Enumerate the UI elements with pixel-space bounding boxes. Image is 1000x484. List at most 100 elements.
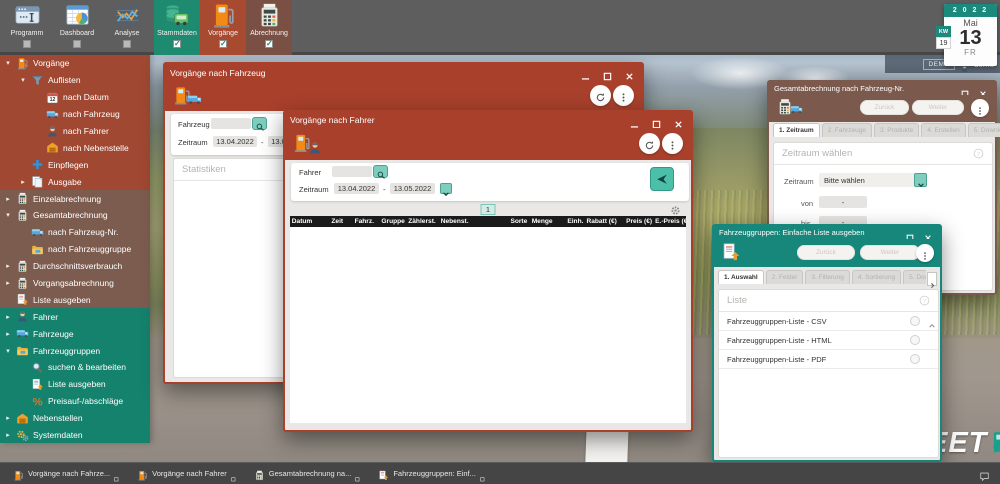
titlebar[interactable]: Fahrzeuggruppen: Einfache Liste ausgeben [714, 226, 940, 239]
sidebar-item[interactable]: ▸ Fahrzeuge [0, 325, 150, 342]
expand-arrow[interactable]: ▸ [4, 330, 12, 338]
close-button[interactable] [924, 229, 932, 237]
maximize-button[interactable] [603, 68, 612, 77]
toolbar-app[interactable]: Programm [4, 0, 50, 55]
column-header[interactable]: Fahrz. [346, 218, 377, 225]
list-option[interactable]: Fahrzeuggruppen-Liste - HTML [719, 331, 938, 350]
radio-button[interactable] [910, 335, 920, 345]
wizard-tab[interactable]: 2. Felder [766, 270, 804, 284]
wizard-tab[interactable]: 1. Zeitraum [773, 123, 820, 137]
run-query-button[interactable] [650, 167, 674, 191]
close-button[interactable] [979, 85, 987, 93]
maximize-button[interactable] [906, 229, 914, 237]
column-header[interactable]: Rabatt (€) [586, 218, 617, 225]
expand-arrow[interactable]: ▾ [4, 347, 12, 355]
sidebar-item[interactable]: nach Nebenstelle [0, 139, 150, 156]
expand-arrow[interactable]: ▾ [4, 59, 12, 67]
radio-button[interactable] [910, 316, 920, 326]
wizard-tab[interactable]: 4. Erstellen [921, 123, 966, 137]
maximize-button[interactable] [961, 85, 969, 93]
toolbar-app-checkbox[interactable] [173, 40, 181, 48]
column-header[interactable]: Sorte [499, 218, 530, 225]
sidebar-item[interactable]: ▸ Systemdaten [0, 427, 150, 444]
refresh-button[interactable] [590, 85, 611, 106]
toolbar-app-checkbox[interactable] [23, 40, 31, 48]
toolbar-app-checkbox[interactable] [219, 40, 227, 48]
period-select[interactable]: Bitte wählen [819, 173, 927, 187]
minimize-button[interactable] [581, 68, 590, 77]
list-option[interactable]: Fahrzeuggruppen-Liste - CSV [719, 312, 938, 331]
toolbar-app[interactable]: Analyse [104, 0, 150, 55]
notification-icon[interactable] [979, 469, 990, 480]
sidebar-item[interactable]: nach Fahrzeug [0, 106, 150, 123]
expand-arrow[interactable]: ▾ [19, 76, 27, 84]
expand-arrow[interactable]: ▸ [4, 195, 12, 203]
menu-button[interactable] [662, 133, 683, 154]
sidebar-item[interactable]: nach Fahrzeuggruppe [0, 241, 150, 258]
titlebar[interactable]: Vorgänge nach Fahrzeug [165, 64, 642, 81]
expand-arrow[interactable]: ▸ [4, 414, 12, 422]
vehicle-input[interactable] [211, 118, 251, 129]
vehicle-search-button[interactable] [252, 117, 267, 130]
close-button[interactable] [625, 68, 634, 77]
from-input[interactable]: - [819, 196, 867, 208]
list-option[interactable]: Fahrzeuggruppen-Liste - PDF [719, 350, 938, 369]
expand-arrow[interactable]: ▾ [4, 211, 12, 219]
sidebar-item[interactable]: ▸ Durchschnittsverbrauch [0, 258, 150, 275]
wizard-tab[interactable]: 5. Download [903, 270, 926, 284]
sidebar-item[interactable]: suchen & bearbeiten [0, 359, 150, 376]
sidebar-item[interactable]: ▸ Nebenstellen [0, 410, 150, 427]
column-header[interactable]: Menge [530, 218, 555, 225]
date-from-input[interactable]: 13.04.2022 [334, 183, 379, 194]
column-header[interactable]: Gruppe [377, 218, 408, 225]
minimize-button[interactable] [630, 116, 639, 125]
minimize-button[interactable] [888, 229, 896, 237]
wizard-tab[interactable]: 1. Auswahl [718, 270, 764, 284]
expand-arrow[interactable]: ▸ [4, 313, 12, 321]
column-header[interactable]: Nebenst. [439, 218, 500, 225]
page-number[interactable]: 1 [481, 204, 496, 215]
minimize-button[interactable] [943, 85, 951, 93]
column-header[interactable]: Datum [290, 218, 315, 225]
close-button[interactable] [674, 116, 683, 125]
menu-button[interactable] [971, 99, 989, 117]
calendar-widget[interactable]: KW 19 2 0 2 2 Mai 13 FR [944, 4, 997, 66]
driver-search-button[interactable] [373, 165, 388, 178]
period-dropdown-button[interactable] [440, 183, 452, 194]
wizard-tab[interactable]: 3. Filterung [805, 270, 850, 284]
wizard-tab[interactable]: 2. Fahrzeuge [822, 123, 872, 137]
column-header[interactable]: E.-Preis (€) [655, 218, 686, 225]
radio-button[interactable] [910, 354, 920, 364]
taskbar-item[interactable]: Gesamtabrechnung na... [247, 466, 368, 481]
column-header[interactable]: Zeit [315, 218, 346, 225]
expand-arrow[interactable]: ▸ [4, 279, 12, 287]
expand-arrow[interactable]: ▸ [4, 431, 12, 439]
sidebar-item[interactable]: Einpflegen [0, 156, 150, 173]
toolbar-app-checkbox[interactable] [73, 40, 81, 48]
sidebar-item[interactable]: ▾ Auflisten [0, 72, 150, 89]
titlebar[interactable]: Vorgänge nach Fahrer [285, 112, 691, 128]
sidebar-item[interactable]: % Preisauf-/abschläge [0, 393, 150, 410]
next-button[interactable]: Weiter [860, 245, 920, 260]
toolbar-app-checkbox[interactable] [265, 40, 273, 48]
menu-button[interactable] [613, 85, 634, 106]
toolbar-app[interactable]: Vorgänge [200, 0, 246, 55]
date-to-input[interactable]: 13.05.2022 [390, 183, 435, 194]
menu-button[interactable] [916, 244, 934, 262]
back-button[interactable]: Zurück [797, 245, 855, 260]
column-header[interactable]: Einh. [556, 218, 587, 225]
sidebar-item[interactable]: ▾ Fahrzeuggruppen [0, 342, 150, 359]
sidebar-item[interactable]: nach Fahrzeug-Nr. [0, 224, 150, 241]
sidebar-item[interactable]: Liste ausgeben [0, 291, 150, 308]
sidebar-item[interactable]: ▾ Gesamtabrechnung [0, 207, 150, 224]
sidebar-item[interactable]: ▾ Vorgänge [0, 55, 150, 72]
sidebar-item[interactable]: nach Fahrer [0, 123, 150, 140]
refresh-button[interactable] [639, 133, 660, 154]
column-header[interactable]: Zählerst. [408, 218, 439, 225]
date-from-input[interactable]: 13.04.2022 [213, 136, 257, 147]
toolbar-app[interactable]: Dashboard [54, 0, 100, 55]
sidebar-item[interactable]: ▸ Ausgabe [0, 173, 150, 190]
sidebar-item[interactable]: Liste ausgeben [0, 376, 150, 393]
tabs-overflow-button[interactable] [927, 272, 937, 286]
back-button[interactable]: Zurück [860, 100, 909, 115]
